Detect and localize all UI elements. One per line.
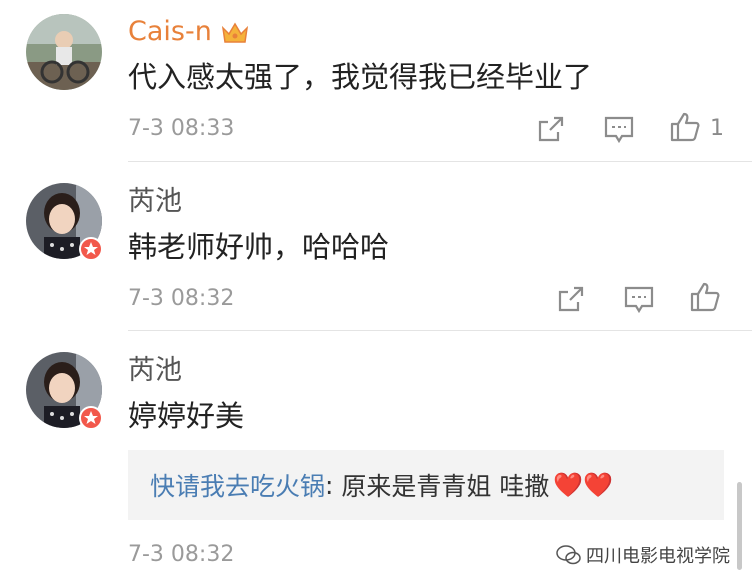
reply-preview[interactable]: 快请我去吃火锅 : 原来是青青姐 哇撒 ❤️❤️ xyxy=(128,450,724,520)
reply-separator: : xyxy=(325,470,342,500)
reply-text: 原来是青青姐 哇撒 xyxy=(341,472,550,501)
wechat-icon xyxy=(556,545,581,565)
like-icon[interactable] xyxy=(668,110,702,144)
share-icon[interactable] xyxy=(554,282,588,316)
like-count: 1 xyxy=(710,116,724,141)
heart-emoji: ❤️❤️ xyxy=(553,471,614,499)
timestamp: 7-3 08:32 xyxy=(128,542,235,567)
timestamp: 7-3 08:33 xyxy=(128,116,235,141)
scrollbar[interactable] xyxy=(737,482,742,570)
timestamp: 7-3 08:32 xyxy=(128,286,235,311)
watermark-text: 四川电影电视学院 xyxy=(586,546,730,567)
crown-icon xyxy=(220,18,250,48)
username[interactable]: 芮池 xyxy=(128,186,182,218)
verified-badge-icon xyxy=(79,237,103,261)
share-icon[interactable] xyxy=(534,112,568,146)
divider xyxy=(128,330,752,331)
username[interactable]: 芮池 xyxy=(128,355,182,387)
like-icon[interactable] xyxy=(688,280,722,314)
watermark: 四川电影电视学院 xyxy=(556,540,730,570)
divider xyxy=(128,161,752,162)
username[interactable]: Cais-n xyxy=(128,16,212,48)
comment-text: 婷婷好美 xyxy=(128,399,245,433)
comment-text: 韩老师好帅，哈哈哈 xyxy=(128,230,390,264)
verified-badge-icon xyxy=(79,406,103,430)
comment-icon[interactable] xyxy=(622,282,656,316)
reply-username[interactable]: 快请我去吃火锅 xyxy=(150,467,325,503)
avatar[interactable] xyxy=(26,14,102,90)
comment-icon[interactable] xyxy=(602,112,636,146)
comment-text: 代入感太强了，我觉得我已经毕业了 xyxy=(128,60,593,94)
